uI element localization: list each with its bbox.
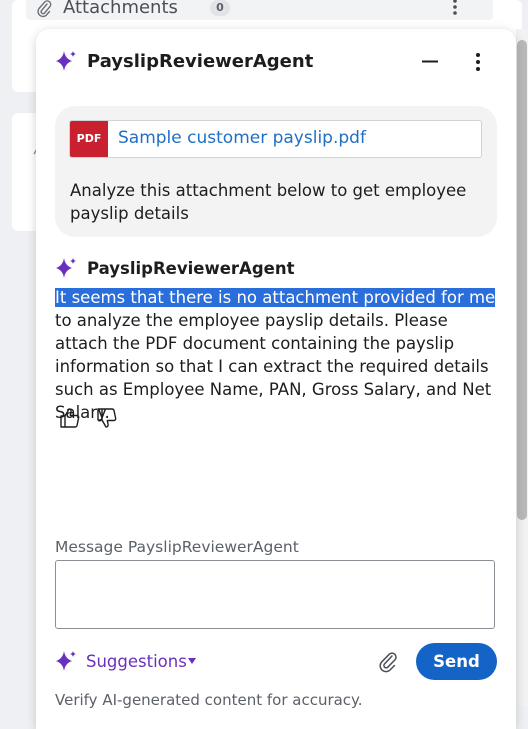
more-vertical-icon[interactable]	[470, 49, 486, 75]
caret-down-icon	[188, 658, 196, 664]
thumbs-down-icon[interactable]	[95, 406, 119, 430]
attachment-chip[interactable]: PDF Sample customer payslip.pdf	[69, 120, 482, 158]
paperclip-icon[interactable]	[377, 651, 399, 673]
sparkle-icon	[56, 258, 76, 278]
agent-title: PayslipReviewerAgent	[87, 51, 314, 72]
agent-reply-text: It seems that there is no attachment pro…	[55, 286, 500, 424]
sparkle-icon	[56, 651, 76, 671]
user-message-bubble: PDF Sample customer payslip.pdf Analyze …	[55, 106, 497, 237]
attachments-title: Attachments	[63, 0, 178, 18]
message-input[interactable]	[55, 560, 495, 629]
suggestions-label: Suggestions	[86, 652, 187, 671]
suggestions-button[interactable]: Suggestions	[55, 647, 205, 677]
attachment-link[interactable]: Sample customer payslip.pdf	[118, 128, 366, 148]
send-button[interactable]: Send	[416, 643, 497, 680]
thumbs-up-icon[interactable]	[58, 406, 82, 430]
minimize-icon[interactable]	[418, 49, 442, 73]
message-field-label: Message PayslipReviewerAgent	[55, 538, 299, 556]
chat-header: PayslipReviewerAgent	[36, 29, 516, 93]
user-message-text: Analyze this attachment below to get emp…	[70, 181, 467, 223]
pdf-badge: PDF	[70, 121, 108, 157]
agent-chat-panel: PayslipReviewerAgent PDF Sample customer…	[36, 29, 516, 729]
attachments-section-header[interactable]: Attachments 0	[26, 0, 493, 20]
sparkle-icon	[56, 51, 76, 71]
paperclip-icon	[37, 0, 52, 18]
scrollbar-thumb[interactable]	[517, 40, 527, 520]
ai-disclaimer: Verify AI-generated content for accuracy…	[55, 691, 363, 709]
reply-body: to analyze the employee payslip details.…	[55, 311, 492, 422]
selected-text: It seems that there is no attachment pro…	[55, 288, 496, 307]
more-vertical-icon[interactable]	[450, 0, 460, 16]
reply-agent-name: PayslipReviewerAgent	[87, 259, 295, 278]
attachments-count-badge: 0	[210, 0, 230, 16]
